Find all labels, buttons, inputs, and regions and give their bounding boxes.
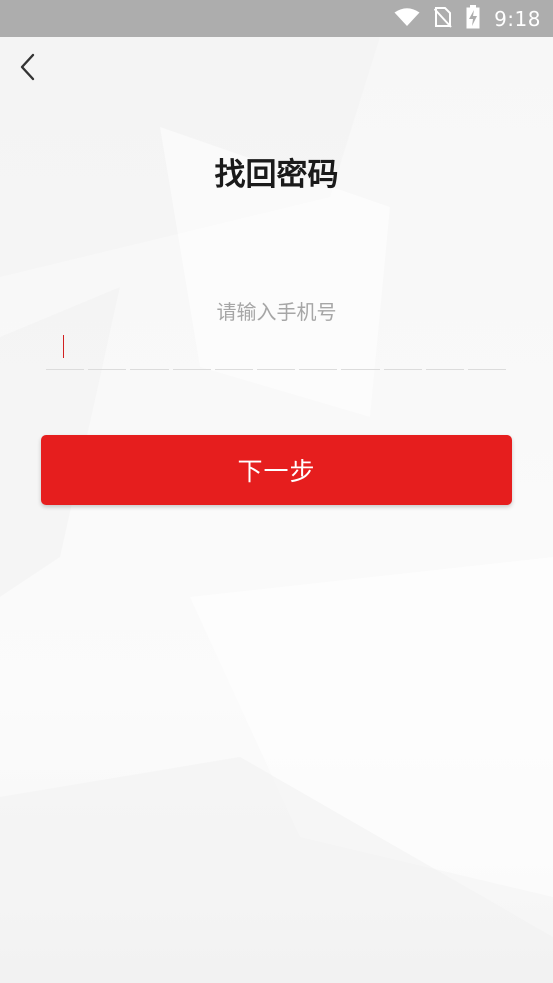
digit-slot[interactable]	[299, 331, 338, 370]
digit-slot[interactable]	[88, 331, 127, 370]
digit-slot[interactable]	[425, 331, 464, 370]
digit-slot[interactable]	[172, 331, 211, 370]
status-icons: 9:18	[394, 0, 541, 37]
digit-slot[interactable]	[46, 331, 85, 370]
back-button[interactable]	[10, 51, 46, 87]
digit-slot[interactable]	[341, 331, 380, 370]
digit-slot[interactable]	[383, 331, 422, 370]
battery-charging-icon	[466, 4, 480, 33]
digit-slot[interactable]	[256, 331, 296, 370]
no-sim-icon	[433, 6, 452, 32]
digit-slot[interactable]	[130, 331, 169, 370]
digit-slot[interactable]	[467, 331, 507, 370]
page-title: 找回密码	[214, 157, 339, 193]
status-bar: 9:18	[0, 0, 553, 37]
text-cursor	[63, 335, 64, 358]
chevron-left-icon	[18, 52, 38, 86]
app-background: 找回密码 请输入手机号 下一步	[0, 37, 553, 983]
digit-slot[interactable]	[214, 331, 253, 370]
wifi-icon	[394, 7, 420, 31]
next-step-button[interactable]: 下一步	[41, 435, 512, 505]
status-time: 9:18	[494, 6, 541, 31]
phone-digit-input[interactable]	[46, 331, 507, 371]
phone-input-hint: 请输入手机号	[216, 300, 337, 324]
